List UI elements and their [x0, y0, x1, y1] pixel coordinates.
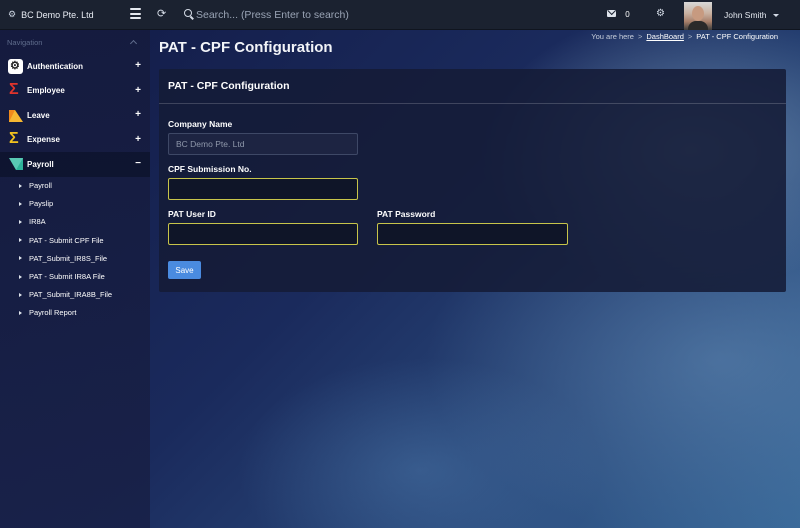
avatar — [684, 1, 712, 30]
expense-icon — [8, 130, 23, 148]
page-title: PAT - CPF Configuration — [159, 39, 333, 56]
pat-password-label: PAT Password — [377, 209, 436, 219]
breadcrumb-link-dashboard[interactable]: DashBoard — [646, 32, 684, 41]
caret-right-icon — [19, 238, 22, 243]
sidebar-subitem-label: Payslip — [29, 199, 54, 209]
sidebar-item-label: Leave — [27, 110, 50, 120]
user-name: John Smith — [724, 10, 767, 20]
sidebar-item-label: Payroll — [27, 159, 54, 169]
collapse-icon[interactable]: − — [135, 159, 141, 169]
nav-heading-label: Navigation — [7, 37, 43, 47]
sidebar-subitem-label: PAT - Submit IR8A File — [29, 272, 105, 282]
pat-user-id-field[interactable] — [168, 223, 358, 245]
expand-icon[interactable]: + — [135, 134, 141, 145]
refresh-icon[interactable]: ⟳ — [157, 7, 166, 20]
sidebar: Navigation Authentication + Employee + L… — [0, 30, 150, 528]
sidebar-subitem-label: PAT_Submit_IRA8B_File — [29, 290, 113, 300]
config-panel: PAT - CPF Configuration Company Name CPF… — [159, 69, 786, 292]
company-name: BC Demo Pte. Ltd — [21, 9, 94, 20]
sidebar-subitem-submit-cpf[interactable]: PAT - Submit CPF File — [0, 231, 150, 249]
sidebar-subitem-payroll[interactable]: Payroll — [0, 177, 150, 195]
panel-title: PAT - CPF Configuration — [159, 69, 786, 104]
breadcrumb: You are here > DashBoard > PAT - CPF Con… — [591, 32, 778, 41]
sidebar-subitem-label: IR8A — [29, 217, 46, 227]
cpf-submission-label: CPF Submission No. — [168, 164, 252, 174]
caret-right-icon — [19, 183, 22, 188]
sidebar-subitem-submit-ir8a[interactable]: PAT - Submit IR8A File — [0, 267, 150, 285]
search-icon — [184, 9, 192, 17]
sidebar-subitem-submit-ir8s[interactable]: PAT_Submit_IR8S_File — [0, 249, 150, 267]
nav-heading: Navigation — [0, 30, 150, 54]
sidebar-subitem-label: PAT_Submit_IR8S_File — [29, 253, 108, 263]
chevron-up-icon[interactable] — [129, 39, 138, 48]
breadcrumb-prefix: You are here — [591, 32, 634, 41]
breadcrumb-separator: > — [637, 32, 643, 41]
search-input[interactable] — [196, 6, 496, 24]
caret-right-icon — [19, 274, 22, 279]
mail-count-badge: 0 — [625, 10, 630, 19]
settings-gear-icon[interactable]: ⚙ — [656, 8, 665, 19]
sidebar-subitem-label: Payroll Report — [29, 308, 77, 318]
sidebar-subitem-label: PAT - Submit CPF File — [29, 235, 104, 245]
pat-password-field[interactable] — [377, 223, 568, 245]
sidebar-item-leave[interactable]: Leave + — [0, 103, 150, 128]
sidebar-subitem-payslip[interactable]: Payslip — [0, 195, 150, 213]
user-menu[interactable]: John Smith — [684, 0, 800, 30]
employee-icon — [8, 81, 23, 99]
expand-icon[interactable]: + — [135, 110, 141, 120]
company-name-label: Company Name — [168, 119, 233, 129]
chevron-down-icon — [772, 13, 779, 17]
save-button[interactable]: Save — [168, 261, 201, 279]
caret-right-icon — [19, 219, 22, 224]
brand[interactable]: ⚙ BC Demo Pte. Ltd — [0, 0, 150, 30]
payroll-icon — [8, 157, 23, 172]
company-name-field — [168, 133, 358, 155]
caret-right-icon — [19, 256, 22, 261]
sidebar-item-employee[interactable]: Employee + — [0, 79, 150, 104]
sidebar-subitem-ir8a[interactable]: IR8A — [0, 213, 150, 231]
expand-icon[interactable]: + — [135, 61, 141, 71]
menu-toggle-icon[interactable] — [130, 8, 141, 19]
sidebar-subitem-submit-ira8b[interactable]: PAT_Submit_IRA8B_File — [0, 286, 150, 304]
sidebar-item-label: Employee — [27, 86, 65, 96]
brand-gear-icon: ⚙ — [8, 9, 17, 19]
sidebar-item-label: Expense — [27, 135, 60, 145]
sidebar-item-payroll[interactable]: Payroll − — [0, 152, 150, 177]
sidebar-item-label: Authentication — [27, 61, 83, 71]
caret-right-icon — [19, 201, 22, 206]
sidebar-item-authentication[interactable]: Authentication + — [0, 54, 150, 79]
mail-icon[interactable] — [607, 10, 616, 17]
top-bar: ⚙ BC Demo Pte. Ltd ⟳ 0 ⚙ John Smith — [0, 0, 800, 30]
sidebar-subitem-label: Payroll — [29, 181, 52, 191]
breadcrumb-separator: > — [687, 32, 693, 41]
expand-icon[interactable]: + — [135, 85, 141, 96]
sidebar-item-expense[interactable]: Expense + — [0, 128, 150, 153]
leave-icon — [8, 108, 23, 123]
caret-right-icon — [19, 292, 22, 297]
authentication-icon — [8, 58, 23, 74]
pat-user-id-label: PAT User ID — [168, 209, 216, 219]
breadcrumb-current: PAT - CPF Configuration — [696, 32, 778, 41]
caret-right-icon — [19, 310, 22, 315]
sidebar-subitem-payroll-report[interactable]: Payroll Report — [0, 304, 150, 322]
cpf-submission-field[interactable] — [168, 178, 358, 200]
